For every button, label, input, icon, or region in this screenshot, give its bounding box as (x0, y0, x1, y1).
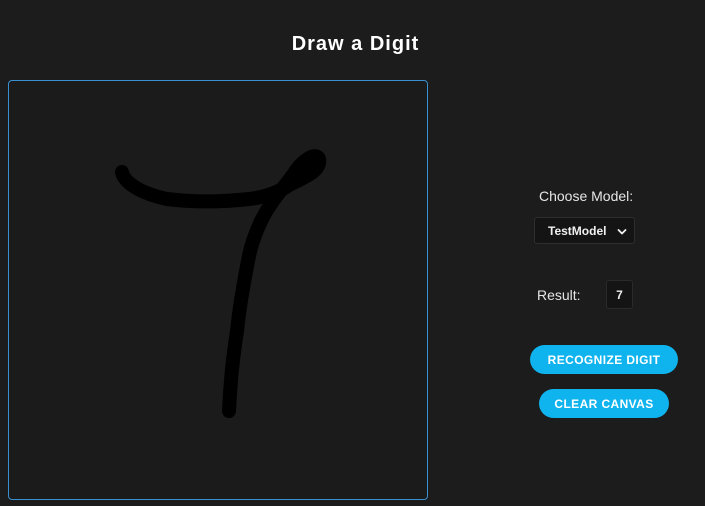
page-title: Draw a Digit (291, 33, 420, 55)
model-select[interactable]: TestModel (534, 217, 635, 244)
result-label: Result: (537, 287, 581, 303)
app-page: Draw a Digit Choose Model: TestModel Res… (0, 0, 705, 506)
model-select-value: TestModel (548, 223, 607, 238)
drawing-canvas[interactable] (8, 80, 428, 500)
chevron-down-icon (617, 226, 627, 240)
recognize-digit-button[interactable]: RECOGNIZE DIGIT (530, 345, 678, 374)
choose-model-label: Choose Model: (539, 188, 634, 204)
clear-canvas-button[interactable]: CLEAR CANVAS (539, 389, 669, 418)
drawn-digit-stroke (115, 149, 327, 418)
result-value: 7 (606, 280, 633, 309)
